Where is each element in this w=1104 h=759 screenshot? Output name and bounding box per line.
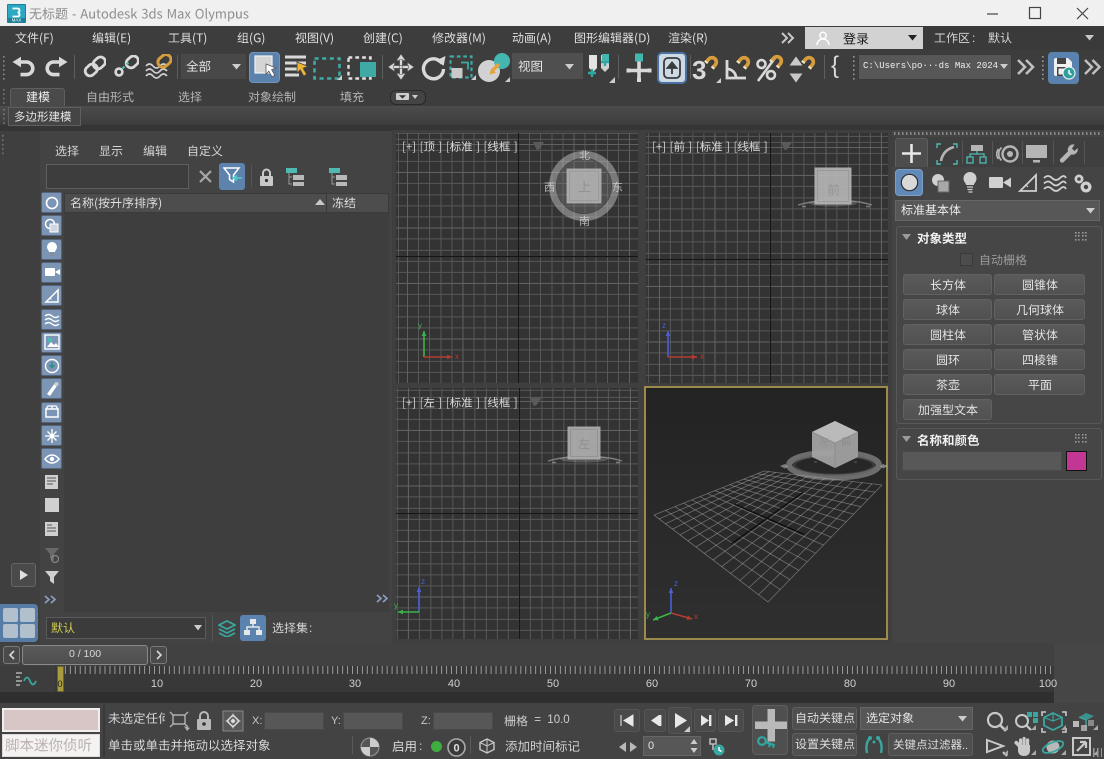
svg-text:MAX: MAX: [12, 18, 22, 23]
svg-text:0: 0: [453, 743, 459, 755]
svg-text:3: 3: [692, 55, 706, 84]
